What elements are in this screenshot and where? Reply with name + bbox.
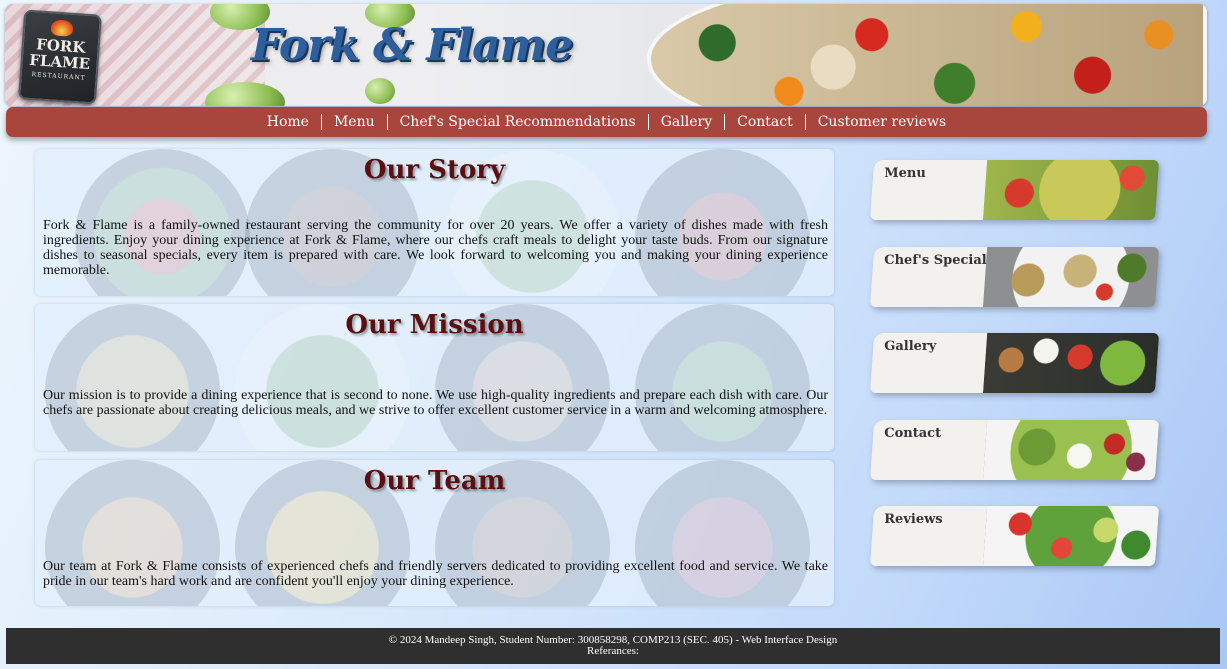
section-body: Fork & Flame is a family-owned restauran…: [43, 218, 828, 278]
section-our-story: Our Story Fork & Flame is a family-owned…: [35, 149, 834, 296]
section-our-team: Our Team Our team at Fork & Flame consis…: [35, 460, 834, 606]
side-link-gallery-image: [983, 333, 1160, 393]
side-link-label: Contact: [884, 426, 942, 441]
side-link-menu[interactable]: Menu: [870, 160, 1160, 220]
nav-link-gallery[interactable]: Gallery: [649, 114, 726, 130]
flame-icon: [50, 19, 74, 37]
nav-link-chefs-special[interactable]: Chef's Special Recommendations: [388, 114, 649, 130]
side-link-label: Menu: [884, 166, 926, 181]
section-body: Our mission is to provide a dining exper…: [43, 388, 828, 418]
section-our-mission: Our Mission Our mission is to provide a …: [35, 304, 834, 451]
side-link-reviews-image: [983, 506, 1160, 566]
side-link-contact[interactable]: Contact: [870, 420, 1160, 480]
side-link-chefs-special[interactable]: Chef's Special: [870, 247, 1160, 307]
section-heading: Our Story: [363, 155, 506, 185]
nav-link-customer-reviews[interactable]: Customer reviews: [806, 114, 959, 130]
page-footer: © 2024 Mandeep Singh, Student Number: 30…: [6, 628, 1220, 664]
side-link-chefs-special-image: [983, 247, 1160, 307]
nav-link-menu[interactable]: Menu: [322, 114, 388, 130]
banner-sprout-image: [365, 78, 395, 104]
side-link-reviews[interactable]: Reviews: [870, 506, 1160, 566]
nav-link-home[interactable]: Home: [255, 114, 322, 130]
section-body: Our team at Fork & Flame consists of exp…: [43, 559, 828, 589]
side-link-gallery[interactable]: Gallery: [870, 333, 1160, 393]
logo-text-line2: FLAME: [28, 50, 91, 74]
nav-link-contact[interactable]: Contact: [725, 114, 806, 130]
side-link-label: Gallery: [884, 339, 937, 354]
footer-references: Referances:: [587, 645, 639, 657]
header-banner: FORK FLAME RESTAURANT Fork & Flame: [5, 4, 1207, 106]
side-link-contact-image: [983, 420, 1160, 480]
section-heading: Our Mission: [345, 310, 524, 340]
side-link-label: Chef's Special: [884, 253, 987, 268]
side-link-menu-image: [983, 160, 1160, 220]
brand-title: Fork & Flame: [251, 20, 573, 71]
banner-food-bowl-image: [647, 4, 1207, 106]
side-link-label: Reviews: [884, 512, 943, 527]
main-nav: Home Menu Chef's Special Recommendations…: [6, 107, 1207, 137]
restaurant-logo[interactable]: FORK FLAME RESTAURANT: [17, 9, 103, 105]
section-heading: Our Team: [363, 466, 506, 496]
